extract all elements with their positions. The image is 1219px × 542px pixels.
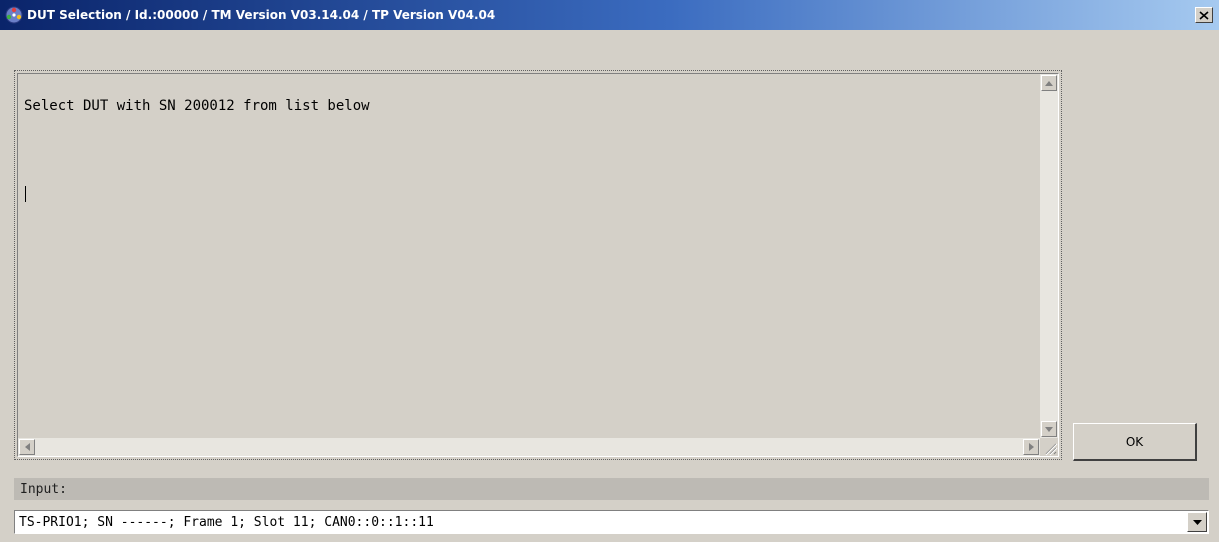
close-icon <box>1199 10 1209 20</box>
app-logo-icon <box>5 6 23 24</box>
scroll-right-button[interactable] <box>1023 439 1039 455</box>
input-label: Input: <box>20 481 67 497</box>
arrow-right-icon <box>1028 443 1034 451</box>
arrow-down-icon <box>1045 426 1053 432</box>
text-caret <box>25 186 26 202</box>
chevron-down-icon <box>1192 519 1202 525</box>
resize-grip-icon <box>1045 443 1058 456</box>
vertical-scrollbar[interactable] <box>1040 74 1058 438</box>
ok-button[interactable]: OK <box>1073 423 1197 461</box>
dut-select-combobox[interactable]: TS-PRIO1; SN ------; Frame 1; Slot 11; C… <box>14 510 1209 534</box>
output-frame: Select DUT with SN 200012 from list belo… <box>14 70 1062 460</box>
scroll-down-button[interactable] <box>1041 421 1057 437</box>
dropdown-button[interactable] <box>1187 512 1207 532</box>
scroll-up-button[interactable] <box>1041 75 1057 91</box>
arrow-left-icon <box>24 443 30 451</box>
output-text-area[interactable]: Select DUT with SN 200012 from list belo… <box>17 73 1059 457</box>
arrow-up-icon <box>1045 80 1053 86</box>
output-message: Select DUT with SN 200012 from list belo… <box>24 98 370 114</box>
close-button[interactable] <box>1195 7 1213 23</box>
title-bar[interactable]: DUT Selection / Id.:00000 / TM Version V… <box>0 0 1219 30</box>
resize-grip[interactable] <box>1040 438 1058 456</box>
dut-selection-window: DUT Selection / Id.:00000 / TM Version V… <box>0 0 1219 542</box>
horizontal-scrollbar[interactable] <box>18 438 1040 456</box>
dut-select-value: TS-PRIO1; SN ------; Frame 1; Slot 11; C… <box>19 514 434 530</box>
window-title: DUT Selection / Id.:00000 / TM Version V… <box>27 8 496 22</box>
scroll-left-button[interactable] <box>19 439 35 455</box>
input-label-bar: Input: <box>14 478 1209 500</box>
